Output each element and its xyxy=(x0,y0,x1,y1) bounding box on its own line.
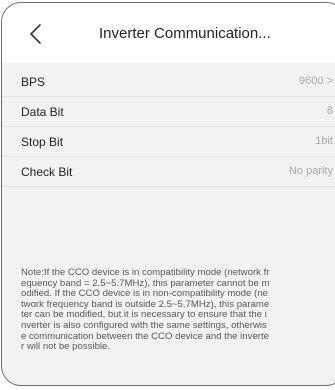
setting-label-stop-bit: Stop Bit xyxy=(21,135,64,149)
back-button[interactable] xyxy=(26,23,48,45)
header-bar: Inverter Communication... xyxy=(2,3,335,63)
app-window: Inverter Communication... BPS 9600 > Dat… xyxy=(1,2,335,386)
setting-value-bps: 9600 > xyxy=(299,75,333,87)
setting-value-check-bit: No parity xyxy=(288,165,333,177)
setting-label-check-bit: Check Bit xyxy=(21,165,73,179)
chevron-left-icon xyxy=(30,24,41,44)
compatibility-note: Note:If the CCO device is in compatibili… xyxy=(21,267,270,353)
setting-label-bps: BPS xyxy=(21,75,46,89)
setting-row-data-bit[interactable]: Data Bit 8 xyxy=(2,97,335,127)
setting-label-data-bit: Data Bit xyxy=(21,105,64,119)
settings-list: BPS 9600 > Data Bit 8 Stop Bit 1bit Chec… xyxy=(2,67,335,187)
setting-row-bps[interactable]: BPS 9600 > xyxy=(2,67,335,97)
setting-row-check-bit[interactable]: Check Bit No parity xyxy=(2,157,335,187)
setting-value-data-bit: 8 xyxy=(326,105,333,117)
setting-row-stop-bit[interactable]: Stop Bit 1bit xyxy=(2,127,335,157)
setting-value-stop-bit: 1bit xyxy=(315,135,333,147)
page-title: Inverter Communication... xyxy=(99,25,271,42)
